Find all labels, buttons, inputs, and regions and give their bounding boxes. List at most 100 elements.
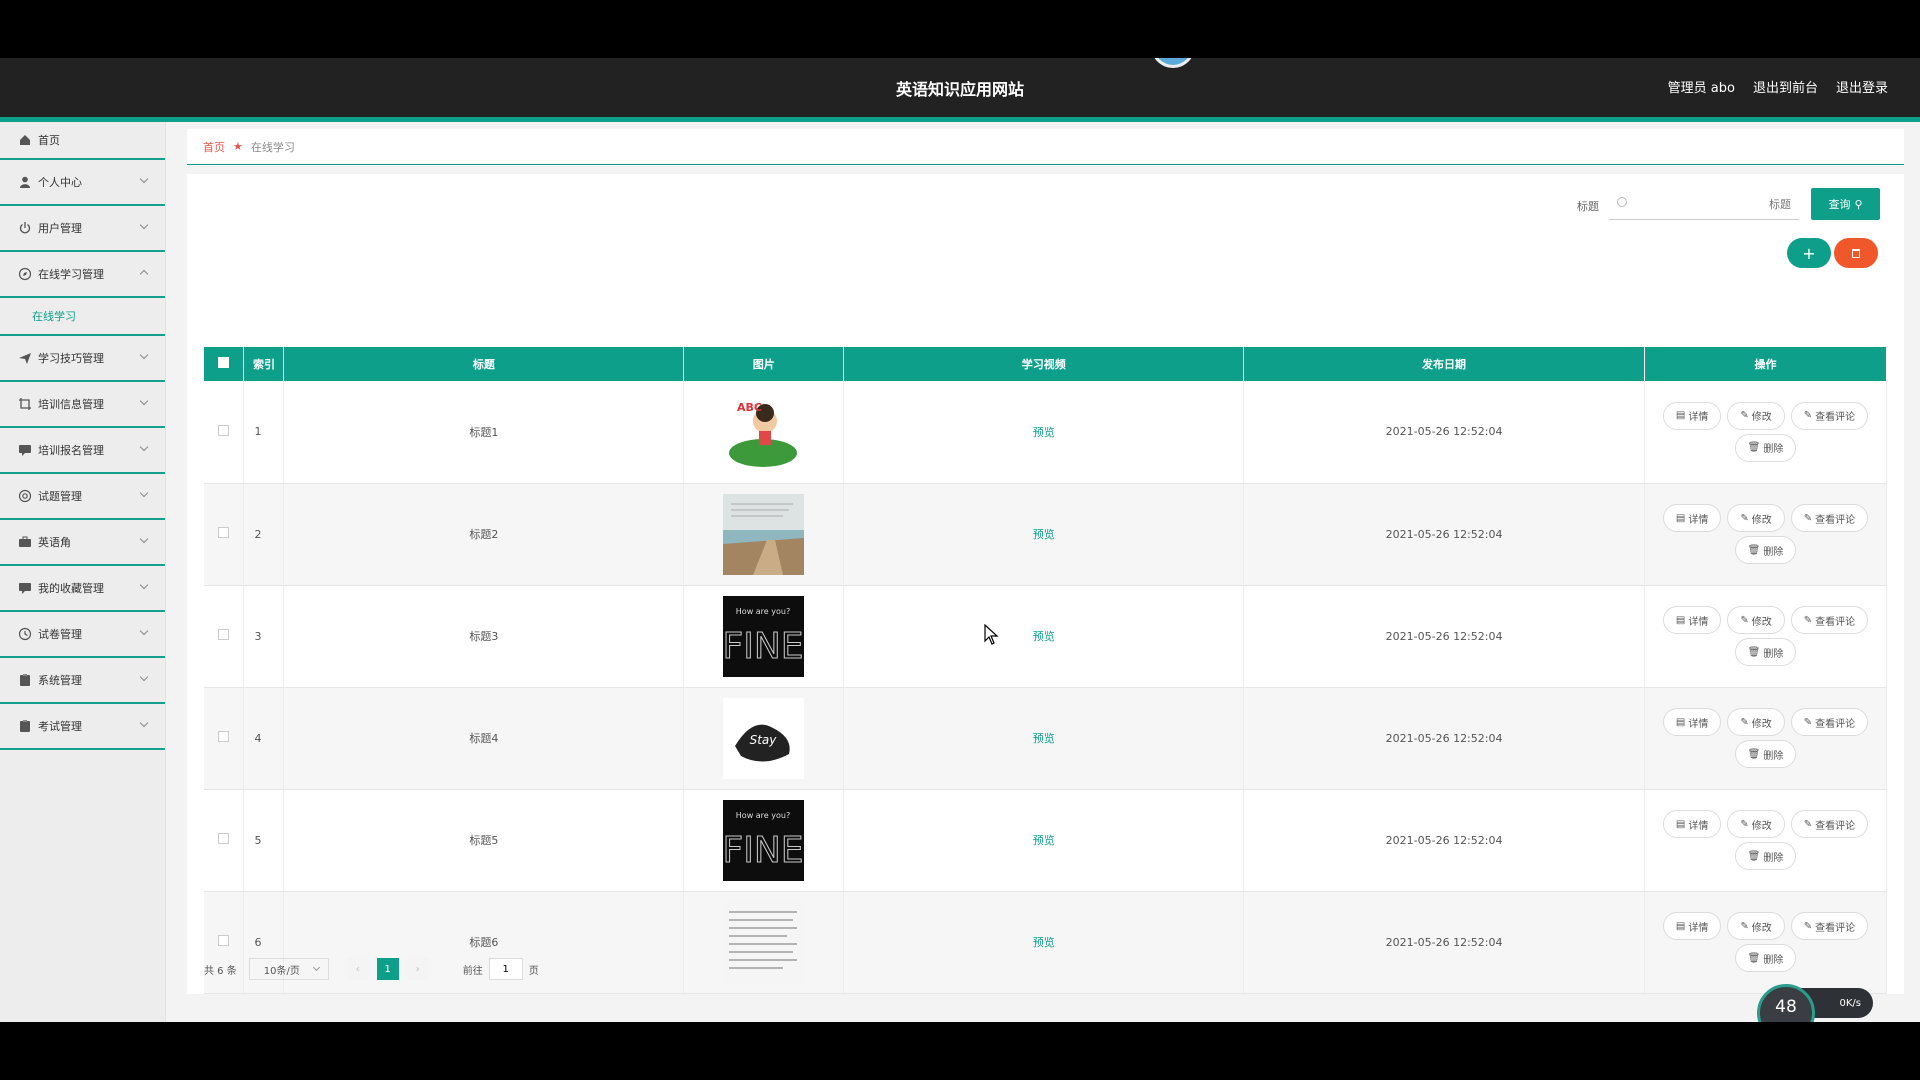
document-icon: ▤ [1675,512,1686,524]
home-icon [18,133,32,147]
sidebar-item-7[interactable]: 试题管理 [0,474,165,520]
row-actions: ▤ 详情 ✎ 修改 ✎ 查看评论 🗑 删除 [1644,789,1888,892]
select-all-checkbox[interactable] [218,357,230,368]
delete-label: 删除 [1763,750,1784,762]
sidebar-item-label: 我的收藏管理 [38,582,104,595]
next-page-button[interactable]: › [406,958,429,980]
sidebar-item-8[interactable]: 英语角 [0,520,165,566]
logout-link[interactable]: 退出登录 [1836,77,1888,96]
trash-icon: 🗑 [1747,748,1761,760]
search-button[interactable]: 查询 ⚲ [1811,188,1880,220]
edit-button[interactable]: ✎ 修改 [1727,708,1785,736]
view-comments-button[interactable]: ✎ 查看评论 [1790,504,1869,532]
goto-prefix: 前往 [462,965,483,977]
edit-label: 修改 [1751,820,1772,832]
delete-button[interactable]: 🗑 删除 [1734,740,1797,768]
thumbnail-image: How are you? FINE [723,595,805,677]
view-comments-button[interactable]: ✎ 查看评论 [1790,606,1869,634]
page-number[interactable]: 1 [376,958,399,980]
row-checkbox[interactable] [218,935,230,946]
view-comments-button[interactable]: ✎ 查看评论 [1790,708,1869,736]
prev-page-button[interactable]: ‹ [346,958,369,980]
row-date: 2021-05-26 12:52:04 [1243,381,1645,484]
sidebar-item-6[interactable]: 培训报名管理 [0,428,165,474]
pencil-icon: ✎ [1803,410,1813,422]
edit-button[interactable]: ✎ 修改 [1727,504,1785,532]
row-select-cell [204,381,245,484]
delete-button[interactable]: 🗑 删除 [1734,638,1797,666]
row-date: 2021-05-26 12:52:04 [1243,789,1645,892]
delete-button[interactable]: 🗑 删除 [1734,433,1797,462]
col-title: 标题 [283,347,685,381]
row-index: 2 [243,483,285,586]
breadcrumb-home[interactable]: 首页 [203,139,225,155]
page-size-select[interactable]: 10条/页 [248,958,329,980]
sidebar-item-1[interactable]: 个人中心 [0,160,165,206]
search-button-label: 查询 [1828,199,1851,211]
goto-page-input[interactable] [488,958,523,980]
video-preview-link[interactable]: 预览 [1033,426,1055,439]
sidebar: 首页 个人中心 用户管理 在线学习管理 在线学习 学习技巧管理培训信息管理 培训报名管理试题… [0,122,166,1022]
edit-label: 修改 [1751,412,1772,424]
pencil-icon: ✎ [1803,818,1813,830]
row-checkbox[interactable] [218,731,230,742]
detail-button[interactable]: ▤ 详情 [1662,606,1722,634]
sidebar-item-label: 培训信息管理 [38,398,104,411]
row-video-cell: 预览 [843,483,1245,586]
thumbnail-image: Stay [723,697,805,779]
sidebar-item-label: 培训报名管理 [38,444,104,457]
row-checkbox[interactable] [218,629,230,640]
delete-button[interactable]: 🗑 删除 [1734,536,1797,564]
video-preview-link[interactable]: 预览 [1033,528,1055,541]
detail-button[interactable]: ▤ 详情 [1662,912,1722,940]
sidebar-item-4[interactable]: 学习技巧管理 [0,336,165,382]
sidebar-item-11[interactable]: 系统管理 [0,658,165,704]
compass-icon [18,267,32,281]
add-button[interactable]: + [1787,238,1831,268]
row-index: 5 [243,789,285,892]
detail-button[interactable]: ▤ 详情 [1662,401,1722,430]
batch-delete-button[interactable] [1834,238,1878,268]
view-comments-button[interactable]: ✎ 查看评论 [1790,810,1869,838]
sidebar-item-9[interactable]: 我的收藏管理 [0,566,165,612]
view-comments-button[interactable]: ✎ 查看评论 [1790,912,1869,940]
sidebar-item-3[interactable]: 在线学习管理 [0,252,165,298]
detail-button[interactable]: ▤ 详情 [1662,810,1722,838]
edit-button[interactable]: ✎ 修改 [1727,912,1785,940]
sidebar-item-0[interactable]: 首页 [0,122,165,160]
crop-icon [18,397,32,411]
briefcase-icon [18,535,32,549]
chevron-down-icon [139,442,149,452]
sidebar-item-5[interactable]: 培训信息管理 [0,382,165,428]
delete-button[interactable]: 🗑 删除 [1734,944,1797,972]
sidebar-item-12[interactable]: 考试管理 [0,704,165,750]
edit-button[interactable]: ✎ 修改 [1727,606,1785,634]
col-index: 索引 [243,347,285,381]
detail-label: 详情 [1688,514,1709,526]
svg-text:FINE: FINE [723,830,804,871]
pencil-icon: ✎ [1740,920,1749,932]
row-checkbox[interactable] [218,833,230,844]
video-preview-link[interactable]: 预览 [1033,834,1055,847]
header-accent-line [0,117,1920,122]
back-to-front-link[interactable]: 退出到前台 [1753,77,1818,96]
row-checkbox[interactable] [218,527,230,538]
search-input[interactable] [1635,192,1791,216]
video-preview-link[interactable]: 预览 [1033,732,1055,745]
sidebar-item-2[interactable]: 用户管理 [0,206,165,252]
row-actions: ▤ 详情 ✎ 修改 ✎ 查看评论 🗑 删除 [1644,687,1888,790]
video-preview-link[interactable]: 预览 [1033,936,1055,949]
edit-button[interactable]: ✎ 修改 [1727,401,1785,430]
delete-button[interactable]: 🗑 删除 [1734,842,1797,870]
detail-button[interactable]: ▤ 详情 [1662,504,1722,532]
row-checkbox[interactable] [218,424,230,436]
edit-button[interactable]: ✎ 修改 [1727,810,1785,838]
view-comments-button[interactable]: ✎ 查看评论 [1790,401,1869,430]
col-video: 学习视频 [843,347,1245,381]
sidebar-item-10[interactable]: 试卷管理 [0,612,165,658]
row-image: How are you? FINE [683,789,845,892]
row-select-cell [204,483,245,586]
video-preview-link[interactable]: 预览 [1033,630,1055,643]
sidebar-subitem-online-study[interactable]: 在线学习 [0,298,165,336]
detail-button[interactable]: ▤ 详情 [1662,708,1722,736]
